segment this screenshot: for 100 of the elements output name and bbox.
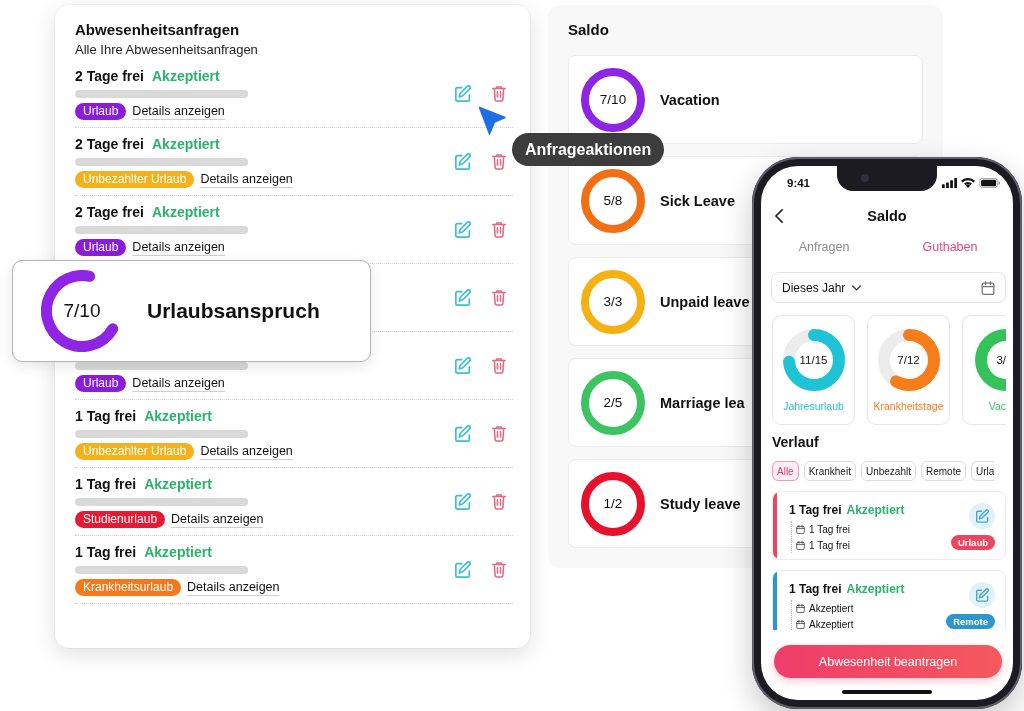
- edit-icon[interactable]: [455, 221, 471, 238]
- status-time: 9:41: [787, 177, 811, 189]
- status-text: Akzeptiert: [152, 66, 220, 85]
- trash-icon[interactable]: [492, 221, 506, 238]
- card-title: Urlaubsanspruch: [147, 299, 320, 323]
- edit-icon[interactable]: [455, 289, 471, 306]
- category-tag: Remote: [946, 614, 995, 629]
- calendar-icon[interactable]: [981, 280, 995, 295]
- balance-label: Jahresurlaub: [783, 400, 844, 412]
- screen-title: Saldo: [867, 208, 907, 224]
- status-text: Akzeptiert: [152, 134, 220, 153]
- calendar-icon: [796, 524, 805, 534]
- detail-text: 1 Tag frei: [809, 539, 850, 551]
- leave-type-label: Vacation: [660, 91, 720, 108]
- period-dropdown[interactable]: Dieses Jahr: [771, 272, 1006, 303]
- leave-type-label: Unpaid leave: [660, 293, 750, 310]
- filter-chip[interactable]: Alle: [772, 461, 799, 481]
- filter-chip[interactable]: Krankheit: [803, 461, 856, 481]
- request-title: 1 Tag frei: [75, 474, 137, 493]
- balance-value: 1/2: [603, 496, 623, 511]
- details-link[interactable]: Details anzeigen: [200, 443, 293, 460]
- trash-icon[interactable]: [492, 561, 506, 578]
- filter-chip[interactable]: Urla: [971, 461, 995, 481]
- edit-icon: [975, 588, 989, 602]
- details-link[interactable]: Details anzeigen: [200, 171, 293, 188]
- balance-value: 7/10: [599, 92, 627, 107]
- entry-title: 1 Tag frei: [789, 502, 842, 518]
- request-title: 2 Tage frei: [75, 66, 144, 85]
- balance-value: 7/12: [897, 354, 920, 366]
- cursor-icon: [478, 106, 506, 135]
- edit-button[interactable]: [969, 503, 995, 529]
- back-icon[interactable]: [775, 209, 783, 223]
- details-link[interactable]: Details anzeigen: [132, 239, 225, 256]
- edit-icon[interactable]: [455, 561, 471, 578]
- primary-button[interactable]: Abwesenheit beantragen: [774, 645, 1002, 678]
- caret-icon: [852, 284, 862, 291]
- edit-icon[interactable]: [455, 493, 471, 510]
- panel-subtitle: Alle Ihre Abwesenheitsanfragen: [75, 42, 259, 58]
- status-text: Akzeptiert: [144, 406, 212, 425]
- trash-icon[interactable]: [492, 493, 506, 510]
- panel-title: Abwesenheitsanfragen: [75, 21, 241, 39]
- trash-icon[interactable]: [492, 357, 506, 374]
- detail-text: Akzeptiert: [809, 602, 854, 614]
- detail-text: Akzeptiert: [809, 618, 854, 630]
- details-link[interactable]: Details anzeigen: [132, 375, 225, 392]
- details-link[interactable]: Details anzeigen: [187, 579, 280, 596]
- detail-text: 1 Tag frei: [809, 523, 850, 535]
- calendar-icon: [796, 619, 805, 629]
- panel-title: Saldo: [568, 21, 610, 39]
- tooltip: Anfrageaktionen: [512, 133, 665, 166]
- entry-title: 1 Tag frei: [789, 581, 842, 597]
- edit-icon[interactable]: [455, 153, 471, 170]
- status-text: Akzeptiert: [846, 502, 905, 518]
- category-tag: Unbezahlter Urlaub: [75, 171, 195, 188]
- wifi-icon: [961, 178, 975, 188]
- balance-value: 2/5: [603, 395, 623, 410]
- status-text: Akzeptiert: [144, 542, 212, 561]
- status-text: Akzeptiert: [144, 474, 212, 493]
- leave-type-label: Marriage lea: [660, 394, 745, 411]
- tab[interactable]: Anfragen: [761, 232, 887, 262]
- balance-value: 3/: [996, 354, 1006, 366]
- balance-value: 7/10: [63, 300, 101, 322]
- details-link[interactable]: Details anzeigen: [171, 511, 264, 528]
- signal-icon: [942, 178, 957, 188]
- category-tag: Urlaub: [950, 535, 995, 550]
- status-text: Akzeptiert: [846, 581, 905, 597]
- balance-label: Krankheitstage: [873, 400, 944, 412]
- battery-icon: [979, 178, 1000, 188]
- category-tag: Studienurlaub: [75, 511, 166, 528]
- request-title: 2 Tage frei: [75, 134, 144, 153]
- request-title: 2 Tage frei: [75, 202, 144, 221]
- leave-type-label: Sick Leave: [660, 192, 735, 209]
- status-text: Akzeptiert: [152, 202, 220, 221]
- filter-chip[interactable]: Remote: [920, 461, 966, 481]
- calendar-icon: [796, 540, 805, 550]
- category-tag: Urlaub: [75, 103, 127, 120]
- request-title: 1 Tag frei: [75, 542, 137, 561]
- edit-button[interactable]: [969, 582, 995, 608]
- trash-icon[interactable]: [492, 85, 506, 102]
- balance-value: 5/8: [603, 193, 623, 208]
- details-link[interactable]: Details anzeigen: [132, 103, 225, 120]
- edit-icon: [975, 509, 989, 523]
- balance-value: 11/15: [799, 354, 828, 366]
- tab[interactable]: Guthaben: [887, 232, 1013, 262]
- category-tag: Unbezahlter Urlaub: [75, 443, 195, 460]
- section-title: Verlauf: [772, 433, 820, 451]
- trash-icon[interactable]: [492, 289, 506, 306]
- category-tag: Krankheitsurlaub: [75, 579, 182, 596]
- edit-icon[interactable]: [455, 425, 471, 442]
- balance-value: 3/3: [603, 294, 623, 309]
- filter-chip[interactable]: Unbezahlt: [860, 461, 916, 481]
- category-tag: Urlaub: [75, 375, 127, 392]
- trash-icon[interactable]: [492, 153, 506, 170]
- edit-icon[interactable]: [455, 85, 471, 102]
- trash-icon[interactable]: [492, 425, 506, 442]
- balance-label: Vac: [988, 400, 1006, 412]
- calendar-icon: [796, 603, 805, 613]
- leave-type-label: Study leave: [660, 495, 741, 512]
- request-title: 1 Tag frei: [75, 406, 137, 425]
- edit-icon[interactable]: [455, 357, 471, 374]
